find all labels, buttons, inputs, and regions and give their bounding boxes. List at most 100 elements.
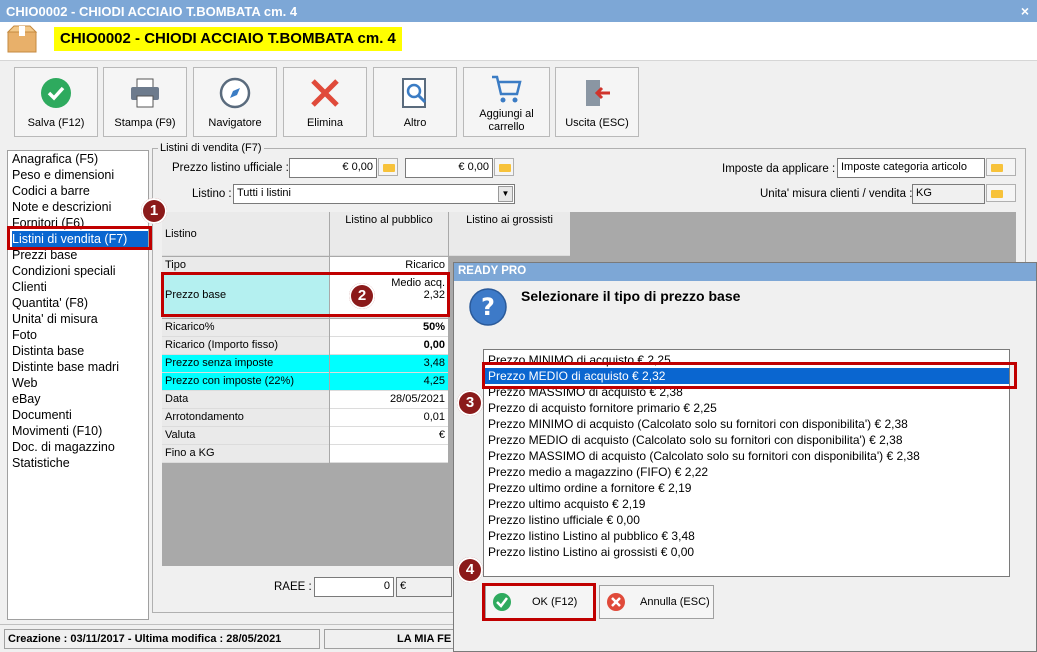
sidebar-item[interactable]: Note e descrizioni <box>12 199 148 215</box>
grid-row-label: Data <box>162 391 329 409</box>
svg-text:?: ? <box>481 293 495 321</box>
list-item[interactable]: Prezzo di acquisto fornitore primario € … <box>484 400 1009 416</box>
save-label: Salva (F12) <box>27 117 85 129</box>
sidebar-item[interactable]: Anagrafica (F5) <box>12 151 148 167</box>
print-button[interactable]: Stampa (F9) <box>103 67 187 137</box>
status-dates: Creazione : 03/11/2017 - Ultima modifica… <box>4 629 320 649</box>
grid-cell-value[interactable]: 3,48 <box>330 355 448 373</box>
imposte-label: Imposte da applicare : <box>722 163 836 175</box>
question-icon: ? <box>469 288 507 326</box>
annotation-box-ok <box>482 583 596 621</box>
sidebar-item[interactable]: Peso e dimensioni <box>12 167 148 183</box>
list-item[interactable]: Prezzo listino ufficiale € 0,00 <box>484 512 1009 528</box>
grid-row-label: Ricarico% <box>162 319 329 337</box>
sidebar-item[interactable]: Distinta base <box>12 343 148 359</box>
toolbar: Salva (F12) Stampa (F9) Navigatore Elimi… <box>0 60 1037 142</box>
sidebar-item[interactable]: Statistiche <box>12 455 148 471</box>
annotation-badge-4: 4 <box>457 557 483 583</box>
sidebar-item[interactable]: Condizioni speciali <box>12 263 148 279</box>
check-icon <box>41 78 71 108</box>
exit-label: Uscita (ESC) <box>565 117 629 129</box>
grid-cell-value[interactable]: 4,25 <box>330 373 448 391</box>
imposte-field[interactable]: Imposte categoria articolo <box>837 158 985 178</box>
grid-cell-value[interactable]: 28/05/2021 <box>330 391 448 409</box>
folder-icon[interactable] <box>378 158 398 176</box>
annotation-badge-3: 3 <box>457 390 483 416</box>
sidebar-item[interactable]: Movimenti (F10) <box>12 423 148 439</box>
more-button[interactable]: Altro <box>373 67 457 137</box>
dialog-message: Selezionare il tipo di prezzo base <box>521 288 741 304</box>
list-item[interactable]: Prezzo MINIMO di acquisto (Calcolato sol… <box>484 416 1009 432</box>
listino-select[interactable]: Tutti i listini ▼ <box>233 184 515 204</box>
list-item[interactable]: Prezzo ultimo ordine a fornitore € 2,19 <box>484 480 1009 496</box>
grid-header-pubblico: Listino al pubblico <box>330 212 448 256</box>
sidebar-item[interactable]: Unita' di misura <box>12 311 148 327</box>
folder-icon[interactable] <box>986 184 1016 202</box>
grid-row-label: Ricarico (Importo fisso) <box>162 337 329 355</box>
sidebar-item[interactable]: Doc. di magazzino <box>12 439 148 455</box>
sidebar-item[interactable]: eBay <box>12 391 148 407</box>
window-title: CHIO0002 - CHIODI ACCIAIO T.BOMBATA cm. … <box>6 4 298 19</box>
grid-row-label: Arrotondamento <box>162 409 329 427</box>
navigator-button[interactable]: Navigatore <box>193 67 277 137</box>
grid-row-label: Prezzo con imposte (22%) <box>162 373 329 391</box>
chevron-down-icon[interactable]: ▼ <box>498 186 513 202</box>
delete-button[interactable]: Elimina <box>283 67 367 137</box>
list-item[interactable]: Prezzo medio a magazzino (FIFO) € 2,22 <box>484 464 1009 480</box>
raee-label: RAEE : <box>274 581 312 593</box>
annotation-badge-2: 2 <box>349 283 375 309</box>
print-label: Stampa (F9) <box>114 117 176 129</box>
window-titlebar: CHIO0002 - CHIODI ACCIAIO T.BOMBATA cm. … <box>0 0 1037 22</box>
grid-row-label: Fino a KG <box>162 445 329 463</box>
add-to-cart-label-1: Aggiungi al <box>479 108 534 120</box>
status-company: LA MIA FE <box>324 629 464 649</box>
list-item[interactable]: Prezzo listino Listino ai grossisti € 0,… <box>484 544 1009 560</box>
more-label: Altro <box>403 117 427 129</box>
um-label: Unita' misura clienti / vendita : <box>760 188 913 200</box>
listino-select-value: Tutti i listini <box>237 187 291 199</box>
sidebar-item[interactable]: Foto <box>12 327 148 343</box>
sidebar-item[interactable]: Clienti <box>12 279 148 295</box>
list-item[interactable]: Prezzo MASSIMO di acquisto (Calcolato so… <box>484 448 1009 464</box>
section-nav: Anagrafica (F5) Peso e dimensioni Codici a… <box>7 150 149 620</box>
listino-label: Listino : <box>192 188 232 200</box>
sidebar-item[interactable]: Quantita' (F8) <box>12 295 148 311</box>
grid-cell-value[interactable]: € <box>330 427 448 445</box>
prezzo-listino-field-2[interactable]: € 0,00 <box>405 158 493 178</box>
grid-header-listino: Listino <box>162 212 329 256</box>
sidebar-item[interactable]: Web <box>12 375 148 391</box>
raee-field[interactable]: 0 <box>314 577 394 597</box>
add-to-cart-button[interactable]: Aggiungi al carrello <box>463 67 550 137</box>
save-button[interactable]: Salva (F12) <box>14 67 98 137</box>
magnifier-document-icon <box>402 78 427 108</box>
add-to-cart-label-2: carrello <box>488 121 525 133</box>
folder-icon[interactable] <box>494 158 514 176</box>
listini-group-label: Listini di vendita (F7) <box>158 142 264 154</box>
list-item[interactable]: Prezzo MEDIO di acquisto (Calcolato solo… <box>484 432 1009 448</box>
close-icon[interactable]: × <box>1021 3 1029 19</box>
grid-cell-value[interactable]: 50% <box>330 319 448 337</box>
exit-button[interactable]: Uscita (ESC) <box>555 67 639 137</box>
prezzo-listino-label: Prezzo listino ufficiale : <box>172 162 289 174</box>
delete-label: Elimina <box>306 117 344 129</box>
annotation-box-prezzo-base <box>161 272 450 317</box>
annotation-box-medio <box>482 362 1017 389</box>
cancel-label: Annulla (ESC) <box>640 596 710 608</box>
box-icon <box>6 25 38 53</box>
list-item[interactable]: Prezzo ultimo acquisto € 2,19 <box>484 496 1009 512</box>
exit-door-icon <box>586 80 610 106</box>
annotation-box-nav <box>7 226 152 250</box>
um-field[interactable]: KG <box>912 184 985 204</box>
cancel-button[interactable]: Annulla (ESC) <box>599 585 714 619</box>
sidebar-item[interactable]: Codici a barre <box>12 183 148 199</box>
item-header: CHIO0002 - CHIODI ACCIAIO T.BOMBATA cm. … <box>0 22 1037 60</box>
grid-cell-value[interactable]: 0,01 <box>330 409 448 427</box>
prezzo-listino-field-1[interactable]: € 0,00 <box>289 158 377 178</box>
cart-icon <box>491 75 522 103</box>
sidebar-item[interactable]: Documenti <box>12 407 148 423</box>
list-item[interactable]: Prezzo listino Listino al pubblico € 3,4… <box>484 528 1009 544</box>
grid-cell-value[interactable] <box>330 445 448 463</box>
folder-icon[interactable] <box>986 158 1016 176</box>
sidebar-item[interactable]: Distinte base madri <box>12 359 148 375</box>
grid-cell-value[interactable]: 0,00 <box>330 337 448 355</box>
